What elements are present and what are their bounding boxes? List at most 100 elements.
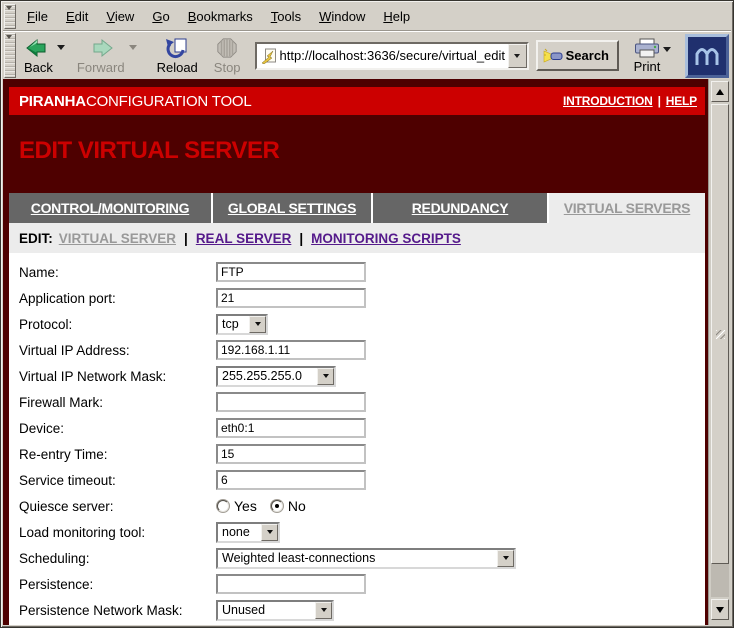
form-row: Re-entry Time: (19, 441, 705, 467)
toolbar-grippy[interactable] (4, 33, 16, 78)
menu-edit[interactable]: Edit (57, 5, 97, 28)
menu-window[interactable]: Window (310, 5, 374, 28)
protocol-select[interactable]: tcp (216, 314, 268, 335)
virtual-server-form: Name: Application port: Protocol: tcp Vi… (9, 253, 705, 625)
field-label: Virtual IP Address: (19, 343, 216, 358)
page-proxy-icon[interactable] (261, 48, 277, 64)
forward-icon (88, 37, 114, 59)
scrollbar-thumb[interactable] (711, 104, 729, 564)
url-input[interactable] (280, 47, 508, 65)
field-label: Scheduling: (19, 551, 216, 566)
form-row: Application port: (19, 285, 705, 311)
back-button[interactable]: Back (18, 36, 57, 75)
dropdown-arrow-icon (249, 316, 266, 333)
field-label: Application port: (19, 291, 216, 306)
dropdown-arrow-icon (497, 550, 514, 567)
persistence-netmask-select-value: Unused (218, 603, 315, 617)
page-title: EDIT VIRTUAL SERVER (19, 137, 708, 165)
reload-button[interactable]: Reload (151, 36, 202, 75)
application-port-input[interactable] (216, 288, 366, 308)
field-label: Virtual IP Network Mask: (19, 369, 216, 384)
scrollbar-track[interactable] (711, 104, 729, 597)
tab-global-settings[interactable]: GLOBAL SETTINGS (213, 193, 371, 223)
field-label: Load monitoring tool: (19, 525, 216, 540)
toolbar-grippy[interactable] (4, 4, 16, 29)
back-dropdown-icon[interactable] (57, 45, 65, 54)
firewall-mark-input[interactable] (216, 392, 366, 412)
form-row: Protocol: tcp (19, 311, 705, 337)
dropdown-arrow-icon (317, 368, 334, 385)
service-timeout-input[interactable] (216, 470, 366, 490)
stop-icon (216, 37, 238, 59)
scroll-down-button[interactable] (711, 599, 729, 620)
tab-control-monitoring[interactable]: CONTROL/MONITORING (9, 193, 211, 223)
menu-go[interactable]: Go (143, 5, 178, 28)
virtual-ip-address-input[interactable] (216, 340, 366, 360)
piranha-page: PIRANHA CONFIGURATION TOOL INTRODUCTION … (3, 79, 708, 625)
tab-virtual-servers[interactable]: VIRTUAL SERVERS (549, 193, 705, 223)
menu-bar: File Edit View Go Bookmarks Tools Window… (3, 3, 731, 31)
menu-file[interactable]: File (18, 5, 57, 28)
forward-button-label: Forward (77, 60, 125, 75)
reload-button-label: Reload (157, 60, 198, 75)
quiesce-yes-radio[interactable] (217, 500, 229, 512)
load-monitoring-select-value: none (218, 525, 261, 539)
print-dropdown-icon[interactable] (663, 47, 671, 56)
quiesce-no-label: No (288, 498, 306, 514)
load-monitoring-select[interactable]: none (216, 522, 280, 543)
arrow-down-icon (716, 607, 724, 617)
scroll-up-button[interactable] (711, 81, 729, 102)
menu-help[interactable]: Help (374, 5, 419, 28)
menu-tools[interactable]: Tools (262, 5, 310, 28)
field-label: Protocol: (19, 317, 216, 332)
url-bar (255, 42, 529, 70)
form-row: Device: (19, 415, 705, 441)
stop-button[interactable]: Stop (208, 36, 245, 75)
quiesce-no-radio[interactable] (271, 500, 283, 512)
back-icon (25, 37, 51, 59)
print-icon (633, 38, 661, 59)
tab-redundancy[interactable]: REDUNDANCY (373, 193, 547, 223)
persistence-netmask-select[interactable]: Unused (216, 600, 334, 621)
persistence-input[interactable] (216, 574, 366, 594)
piranha-header-bar: PIRANHA CONFIGURATION TOOL INTRODUCTION … (9, 87, 705, 115)
field-label: Quiesce server: (19, 499, 216, 514)
monitoring-scripts-link[interactable]: MONITORING SCRIPTS (311, 231, 461, 246)
virtual-ip-netmask-select-value: 255.255.255.0 (218, 369, 317, 383)
edit-subnav: EDIT: VIRTUAL SERVER | REAL SERVER | MON… (9, 223, 705, 253)
quiesce-yes-label: Yes (234, 498, 257, 514)
form-row: Service timeout: (19, 467, 705, 493)
search-button[interactable]: Search (536, 40, 619, 71)
field-label: Name: (19, 265, 216, 280)
form-row: Virtual IP Network Mask: 255.255.255.0 (19, 363, 705, 389)
device-input[interactable] (216, 418, 366, 438)
introduction-link[interactable]: INTRODUCTION (563, 94, 653, 108)
forward-dropdown-icon[interactable] (129, 45, 137, 54)
field-label: Service timeout: (19, 473, 216, 488)
menu-view[interactable]: View (97, 5, 143, 28)
browser-content: PIRANHA CONFIGURATION TOOL INTRODUCTION … (3, 79, 731, 625)
virtual-ip-netmask-select[interactable]: 255.255.255.0 (216, 366, 336, 387)
form-row: Persistence Network Mask: Unused (19, 597, 705, 623)
subnav-separator: | (184, 231, 188, 246)
real-server-link[interactable]: REAL SERVER (196, 231, 292, 246)
protocol-select-value: tcp (218, 317, 249, 331)
arrow-up-icon (716, 85, 724, 95)
chevron-down-icon (514, 54, 520, 61)
dropdown-arrow-icon (315, 602, 332, 619)
name-input[interactable] (216, 262, 366, 282)
menu-bookmarks[interactable]: Bookmarks (179, 5, 262, 28)
form-row: Name: (19, 259, 705, 285)
form-row: Virtual IP Address: (19, 337, 705, 363)
field-label: Device: (19, 421, 216, 436)
mozilla-logo[interactable] (685, 34, 729, 78)
forward-button[interactable]: Forward (71, 36, 129, 75)
url-history-dropdown[interactable] (508, 44, 527, 68)
reentry-time-input[interactable] (216, 444, 366, 464)
print-button[interactable]: Print (627, 38, 663, 74)
form-row: Scheduling: Weighted least-connections (19, 545, 705, 571)
reload-icon (165, 37, 189, 59)
form-row: Load monitoring tool: none (19, 519, 705, 545)
scheduling-select[interactable]: Weighted least-connections (216, 548, 516, 569)
help-link[interactable]: HELP (666, 94, 697, 108)
